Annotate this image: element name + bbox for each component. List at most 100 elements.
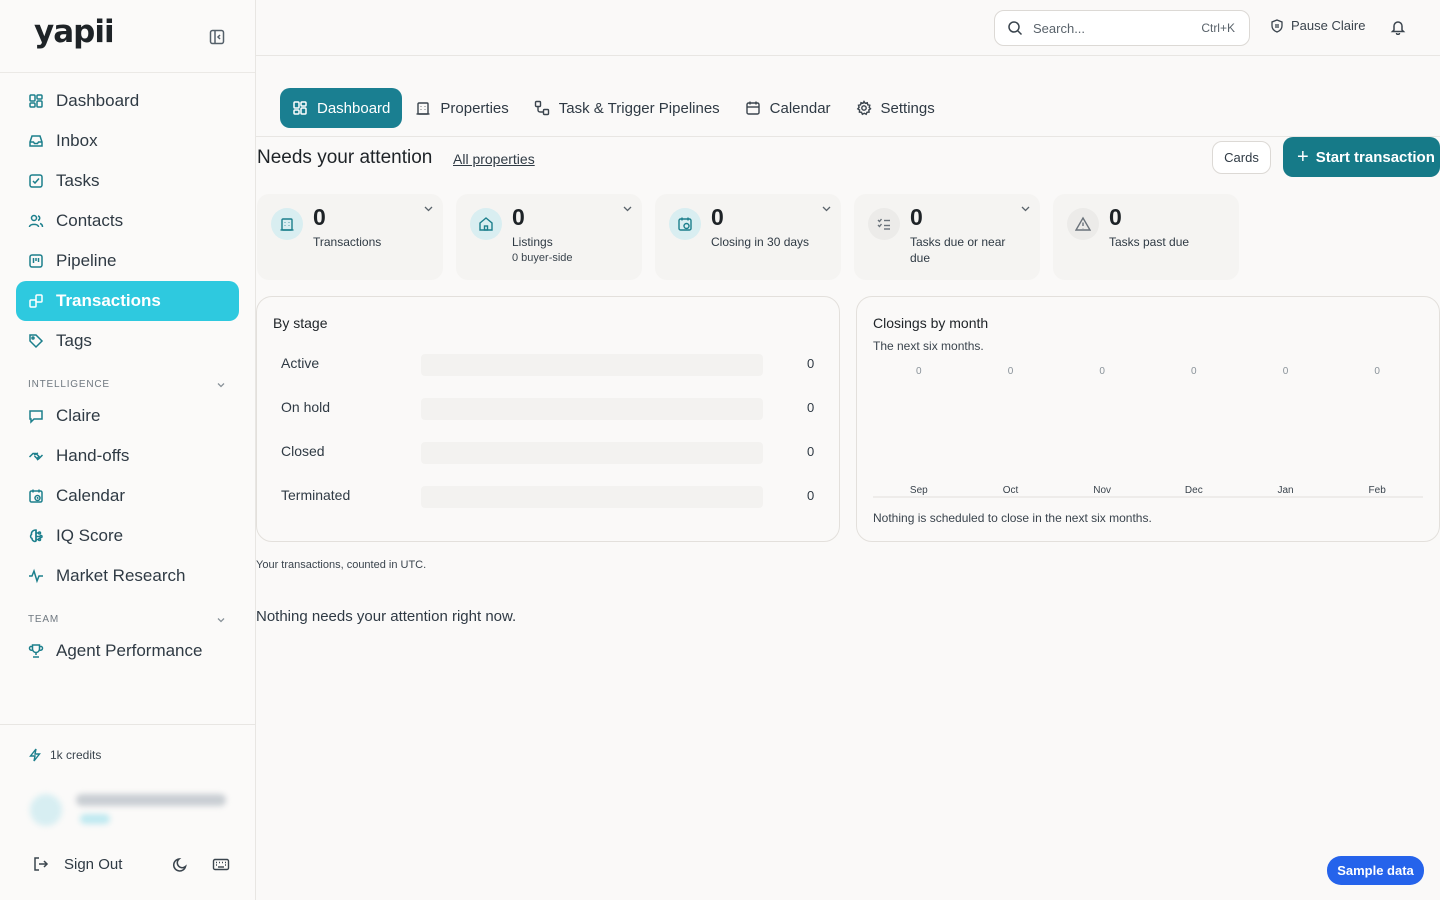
- x-tick-label: Sep: [910, 485, 928, 496]
- stat-value: 0: [512, 204, 525, 230]
- start-transaction-label: Start transaction: [1315, 148, 1435, 166]
- stat-card-tasks-due[interactable]: 0 Tasks due or near due: [854, 194, 1040, 280]
- sidebar-item-market-research[interactable]: Market Research: [16, 556, 239, 596]
- sidebar-item-claire[interactable]: Claire: [16, 396, 239, 436]
- data-label: 0: [1191, 366, 1197, 377]
- user-name-blurred: [76, 794, 226, 806]
- x-tick-label: Feb: [1369, 485, 1387, 496]
- stage-row-on-hold: On hold 0: [281, 396, 821, 420]
- stat-card-tasks-past-due[interactable]: 0 Tasks past due: [1053, 194, 1239, 280]
- chevron-down-icon[interactable]: [821, 203, 832, 214]
- data-label: 0: [1374, 366, 1380, 377]
- x-tick-label: Jan: [1277, 485, 1293, 496]
- sidebar-item-label: Inbox: [56, 131, 98, 150]
- keyboard-icon[interactable]: [212, 856, 230, 873]
- tab-dashboard[interactable]: Dashboard: [280, 88, 403, 128]
- sidebar-item-label: Dashboard: [56, 91, 140, 110]
- users-icon: [28, 213, 44, 229]
- search-icon: [1007, 20, 1023, 36]
- tag-icon: [28, 333, 44, 349]
- tab-settings[interactable]: Settings: [844, 88, 947, 128]
- stage-label: On hold: [281, 399, 331, 415]
- stage-label: Active: [281, 355, 320, 371]
- calendar-clock-icon: [28, 488, 44, 504]
- sidebar-collapse-icon[interactable]: [208, 28, 226, 46]
- sample-data-button[interactable]: Sample data: [1327, 856, 1424, 885]
- moon-icon[interactable]: [172, 856, 189, 873]
- chevron-down-icon[interactable]: [1020, 203, 1031, 214]
- tab-bar: Dashboard Properties Task & Trigger Pipe…: [280, 88, 948, 128]
- sidebar-item-label: Transactions: [56, 291, 161, 310]
- stage-bar-track: [421, 354, 763, 376]
- stat-label: Listings: [512, 235, 553, 249]
- divider: [0, 724, 255, 725]
- credits-indicator[interactable]: 1k credits: [28, 748, 101, 762]
- sidebar-item-calendar[interactable]: Calendar: [16, 476, 239, 516]
- stat-card-transactions[interactable]: 0 Transactions: [257, 194, 443, 280]
- sidebar-item-label: Agent Performance: [56, 641, 203, 660]
- sidebar: yapii Dashboard Inbox Tasks Contacts Pip…: [0, 0, 256, 900]
- list-check-icon: [868, 208, 900, 240]
- stat-label: Tasks past due: [1109, 235, 1190, 249]
- sidebar-item-label: Tasks: [56, 171, 100, 190]
- all-properties-link[interactable]: All properties: [453, 151, 535, 167]
- sidebar-item-hand-offs[interactable]: Hand-offs: [16, 436, 239, 476]
- data-label: 0: [1008, 366, 1014, 377]
- stat-value: 0: [1109, 204, 1122, 230]
- user-profile[interactable]: [30, 786, 240, 830]
- chevron-down-icon[interactable]: [622, 203, 633, 214]
- cards-view-button[interactable]: Cards: [1212, 141, 1271, 174]
- warning-icon: [1067, 208, 1099, 240]
- bell-icon[interactable]: [1390, 19, 1406, 35]
- tab-calendar[interactable]: Calendar: [733, 88, 843, 128]
- app-logo[interactable]: yapii: [34, 14, 115, 50]
- stage-value: 0: [807, 400, 815, 415]
- sidebar-item-inbox[interactable]: Inbox: [16, 121, 239, 161]
- kanban-icon: [28, 253, 44, 269]
- sidebar-item-transactions[interactable]: Transactions: [16, 281, 239, 321]
- stage-row-terminated: Terminated 0: [281, 484, 821, 508]
- link-icon: [28, 293, 44, 309]
- stat-label: Transactions: [313, 235, 382, 249]
- handshake-icon: [28, 448, 44, 464]
- building-icon: [271, 208, 303, 240]
- chevron-down-icon[interactable]: [216, 615, 226, 625]
- panel-subtitle: The next six months.: [873, 339, 984, 353]
- pause-claire-button[interactable]: Pause Claire: [1270, 18, 1365, 33]
- sidebar-item-label: Market Research: [56, 566, 186, 585]
- sidebar-item-agent-performance[interactable]: Agent Performance: [16, 631, 239, 671]
- search-input[interactable]: Search... Ctrl+K: [994, 10, 1250, 46]
- grid-icon: [28, 93, 44, 109]
- stage-value: 0: [807, 444, 815, 459]
- chevron-down-icon[interactable]: [216, 380, 226, 390]
- x-tick-label: Oct: [1003, 485, 1019, 496]
- stat-card-closing-30-days[interactable]: 0 Closing in 30 days: [655, 194, 841, 280]
- empty-state-message: Nothing needs your attention right now.: [256, 608, 517, 625]
- sidebar-item-iq-score[interactable]: IQ Score: [16, 516, 239, 556]
- stage-label: Terminated: [281, 487, 351, 503]
- closings-chart: 0 Sep 0 Oct 0 Nov 0 Dec 0 Jan 0 Feb: [873, 366, 1423, 498]
- sidebar-item-tags[interactable]: Tags: [16, 321, 239, 361]
- by-stage-panel: By stage Active 0 On hold 0 Closed 0 Ter…: [256, 296, 840, 542]
- stage-bar-track: [421, 442, 763, 464]
- stage-label: Closed: [281, 443, 325, 459]
- utc-note: Your transactions, counted in UTC.: [256, 559, 427, 571]
- x-tick-label: Dec: [1185, 485, 1203, 496]
- home-icon: [470, 208, 502, 240]
- sidebar-item-label: Hand-offs: [56, 446, 130, 465]
- avatar: [30, 794, 62, 826]
- stat-card-listings[interactable]: 0 Listings 0 buyer-side: [456, 194, 642, 280]
- sidebar-item-dashboard[interactable]: Dashboard: [16, 81, 239, 121]
- sidebar-item-pipeline[interactable]: Pipeline: [16, 241, 239, 281]
- sidebar-item-tasks[interactable]: Tasks: [16, 161, 239, 201]
- building-icon: [415, 100, 431, 116]
- stage-row-closed: Closed 0: [281, 440, 821, 464]
- tab-properties[interactable]: Properties: [403, 88, 520, 128]
- sign-out-button[interactable]: Sign Out: [32, 855, 122, 873]
- tab-task-trigger-pipelines[interactable]: Task & Trigger Pipelines: [522, 88, 732, 128]
- start-transaction-button[interactable]: + Start transaction: [1283, 137, 1440, 177]
- sidebar-item-contacts[interactable]: Contacts: [16, 201, 239, 241]
- stat-label: Closing in 30 days: [711, 235, 810, 249]
- panel-title: By stage: [273, 315, 328, 331]
- chevron-down-icon[interactable]: [423, 203, 434, 214]
